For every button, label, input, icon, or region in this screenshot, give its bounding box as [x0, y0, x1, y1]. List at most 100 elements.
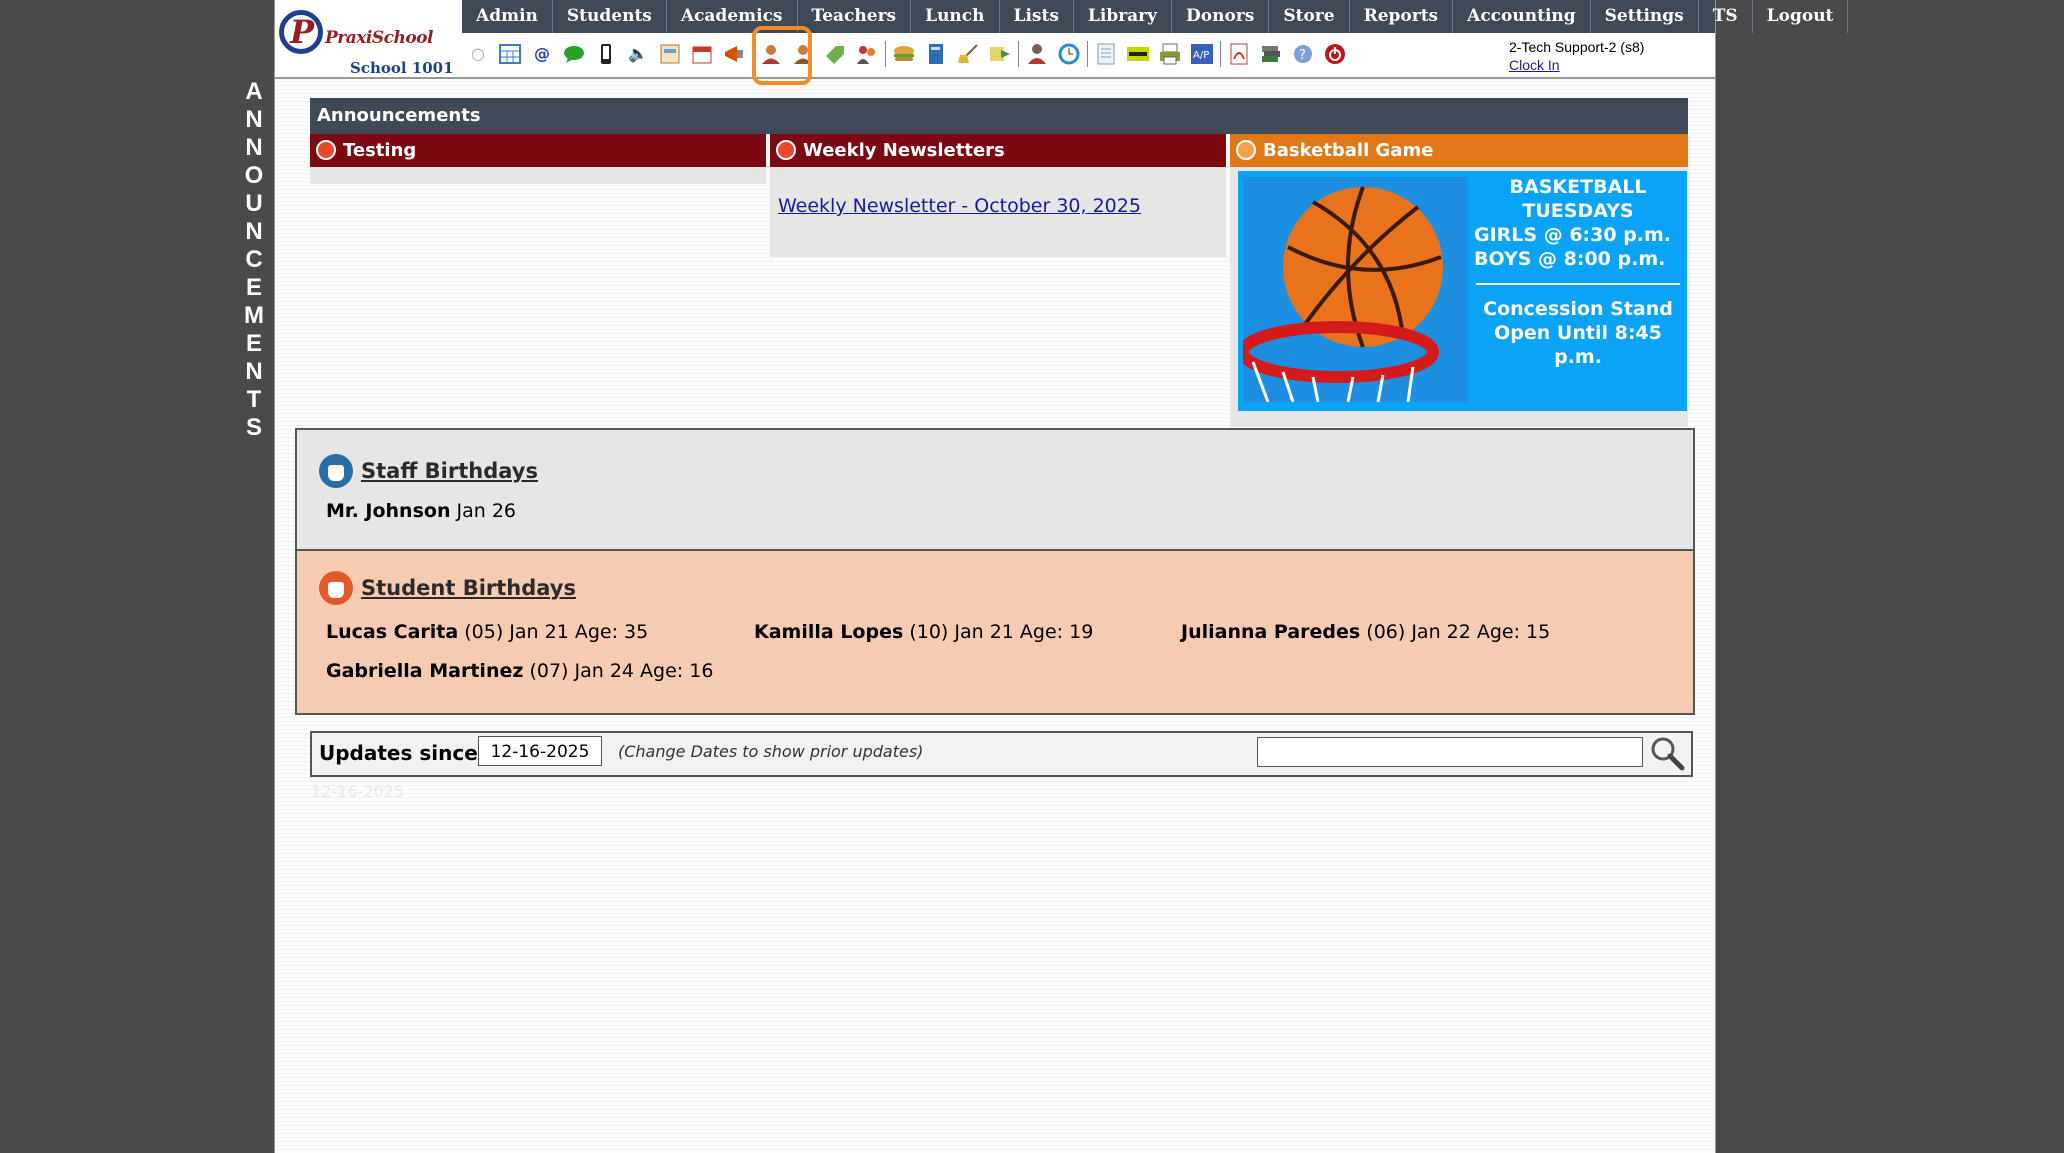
search-icon[interactable]: ○ — [466, 42, 490, 66]
basketball-flyer: BASKETBALL TUESDAYS GIRLS @ 6:30 p.m. BO… — [1238, 171, 1687, 411]
help-icon[interactable]: ? — [1291, 42, 1315, 66]
chat-icon[interactable] — [562, 42, 586, 66]
main-nav: Admin Students Academics Teachers Lunch … — [462, 0, 1849, 33]
staff-birthdays-title[interactable]: Staff Birthdays — [319, 454, 538, 488]
updates-search-input[interactable] — [1257, 737, 1643, 767]
newsletter-link[interactable]: Weekly Newsletter - October 30, 2025 — [778, 195, 1141, 217]
flyer-line: Concession Stand — [1483, 298, 1673, 320]
side-letter: T — [246, 386, 262, 413]
flyer-line: TUESDAYS — [1522, 200, 1634, 222]
email-icon[interactable]: @ — [530, 42, 554, 66]
staff-birthday-entry: Mr. Johnson Jan 26 — [326, 500, 516, 522]
tag-icon[interactable] — [823, 42, 847, 66]
user-name: 2-Tech Support-2 (s8) — [1509, 39, 1645, 55]
praxischool-logo[interactable]: P PraxiSchool School 1001 — [279, 6, 457, 77]
header: P PraxiSchool School 1001 Admin Students… — [275, 0, 1849, 85]
transfer-icon[interactable] — [988, 42, 1012, 66]
lunch-icon[interactable] — [892, 42, 916, 66]
basketball-text: BASKETBALL TUESDAYS GIRLS @ 6:30 p.m. BO… — [1470, 175, 1686, 369]
birthday-name: Julianna Paredes — [1181, 621, 1361, 643]
side-letter: A — [245, 78, 263, 105]
announcement-testing: Testing — [310, 134, 766, 184]
announcement-header[interactable]: Weekly Newsletters — [770, 134, 1226, 167]
student-birthday-entry: Kamilla Lopes (10) Jan 21 Age: 19 — [754, 621, 1093, 643]
flyer-line: BOYS @ 8:00 p.m. — [1474, 248, 1666, 270]
family-icon[interactable] — [855, 42, 879, 66]
nav-store[interactable]: Store — [1269, 0, 1350, 33]
student-birthday-entry: Julianna Paredes (06) Jan 22 Age: 15 — [1181, 621, 1550, 643]
toolbar-divider — [1220, 41, 1221, 67]
megaphone-icon[interactable] — [722, 42, 746, 66]
side-letter: N — [245, 358, 263, 385]
logo-badge-icon: P — [279, 10, 323, 54]
nav-lunch[interactable]: Lunch — [911, 0, 1000, 33]
toolbar-divider — [885, 41, 886, 67]
updates-date-input[interactable]: 12-16-2025 — [478, 736, 602, 766]
toolbar-divider — [1018, 41, 1019, 67]
side-letter: M — [244, 302, 264, 329]
cake-icon — [319, 571, 353, 605]
phone-icon[interactable] — [594, 42, 618, 66]
speaker-icon[interactable]: 🔈 — [626, 42, 650, 66]
nav-admin[interactable]: Admin — [462, 0, 553, 33]
nav-lists[interactable]: Lists — [1000, 0, 1074, 33]
pdf-icon[interactable] — [1227, 42, 1251, 66]
flyer-line: GIRLS @ 6:30 p.m. — [1474, 224, 1672, 246]
announcement-newsletters: Weekly Newsletters Weekly Newsletter - O… — [770, 134, 1226, 257]
faint-date-text: 12-16-2025 — [311, 782, 404, 801]
calendar-icon[interactable] — [690, 42, 714, 66]
side-letter: N — [245, 218, 263, 245]
announcement-title: Basketball Game — [1263, 140, 1434, 161]
announcement-basketball: Basketball Game BASKETBALL TUESDAYS GIRL… — [1230, 134, 1688, 427]
ap-icon[interactable]: A/P — [1190, 42, 1214, 66]
birthday-detail: (10) Jan 21 Age: 19 — [909, 621, 1094, 643]
nav-logout[interactable]: Logout — [1753, 0, 1849, 33]
side-letter: C — [245, 246, 263, 273]
calendar-view-icon[interactable] — [658, 42, 682, 66]
school-name: School 1001 — [350, 59, 454, 77]
barcode-icon[interactable] — [1126, 42, 1150, 66]
staff-icon[interactable] — [1025, 42, 1049, 66]
clock-icon[interactable] — [1057, 42, 1081, 66]
power-icon[interactable] — [1323, 42, 1347, 66]
side-letter: E — [245, 274, 262, 301]
nav-reports[interactable]: Reports — [1350, 0, 1454, 33]
stack-icon[interactable] — [1259, 42, 1283, 66]
nav-library[interactable]: Library — [1074, 0, 1173, 33]
clock-in-link[interactable]: Clock In — [1509, 56, 1644, 74]
announcement-header[interactable]: Basketball Game — [1230, 134, 1688, 167]
nav-settings[interactable]: Settings — [1591, 0, 1699, 33]
announcement-body: BASKETBALL TUESDAYS GIRLS @ 6:30 p.m. BO… — [1230, 167, 1688, 427]
flyer-line: Open Until 8:45 p.m. — [1494, 322, 1662, 368]
flyer-line: BASKETBALL — [1509, 176, 1647, 198]
side-letter: O — [244, 162, 264, 189]
broom-icon[interactable] — [956, 42, 980, 66]
updates-label: Updates since: — [319, 741, 486, 765]
staff-birthdays-panel: Staff Birthdays Mr. Johnson Jan 26 — [295, 428, 1695, 551]
updates-bar: Updates since: 12-16-2025 (Change Dates … — [310, 731, 1693, 777]
announcements-panel: Announcements Testing Weekly Newsletters… — [310, 98, 1688, 428]
announcement-title: Testing — [343, 140, 417, 161]
announcement-icon — [316, 140, 336, 160]
nav-teachers[interactable]: Teachers — [798, 0, 912, 33]
book-icon[interactable] — [924, 42, 948, 66]
birthday-detail: (05) Jan 21 Age: 35 — [464, 621, 649, 643]
announcement-title: Weekly Newsletters — [803, 140, 1005, 161]
student-birthdays-title[interactable]: Student Birthdays — [319, 571, 576, 605]
search-icon[interactable] — [1648, 735, 1686, 771]
nav-ts[interactable]: TS — [1699, 0, 1753, 33]
printer-icon[interactable] — [1158, 42, 1182, 66]
announcement-header[interactable]: Testing — [310, 134, 766, 167]
nav-accounting[interactable]: Accounting — [1453, 0, 1591, 33]
icon-toolbar: ○ @ 🔈 A/P ? — [462, 36, 1351, 72]
announcement-icon — [1236, 140, 1256, 160]
svg-text:A/P: A/P — [1193, 50, 1209, 61]
grid-icon[interactable] — [498, 42, 522, 66]
basketball-image — [1243, 177, 1468, 402]
document-icon[interactable] — [1094, 42, 1118, 66]
birthday-name: Gabriella Martinez — [326, 660, 524, 682]
side-letter: S — [245, 414, 262, 441]
nav-students[interactable]: Students — [553, 0, 667, 33]
nav-donors[interactable]: Donors — [1172, 0, 1270, 33]
birthday-name: Mr. Johnson — [326, 500, 451, 522]
